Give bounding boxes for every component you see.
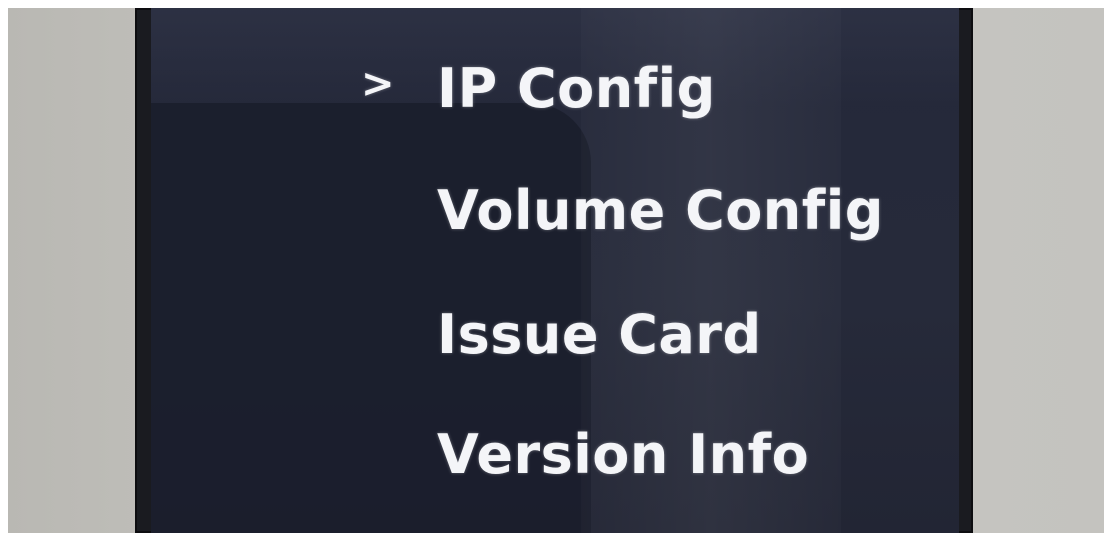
menu-item-issue-card[interactable]: Issue Card [361, 294, 762, 374]
device-photo: > IP Config Volume Config Issue Card Ver… [8, 8, 1104, 533]
menu-item-ip-config[interactable]: > IP Config [361, 48, 716, 128]
menu-item-version-info[interactable]: Version Info [361, 414, 809, 494]
settings-menu: > IP Config Volume Config Issue Card Ver… [151, 8, 959, 533]
menu-item-volume-config[interactable]: Volume Config [361, 170, 884, 250]
menu-item-label: Version Info [437, 422, 810, 486]
selection-cursor-icon: > [361, 61, 396, 107]
device-bezel: > IP Config Volume Config Issue Card Ver… [135, 8, 973, 533]
menu-item-label: IP Config [437, 56, 716, 120]
device-screen: > IP Config Volume Config Issue Card Ver… [151, 8, 959, 533]
menu-item-label: Issue Card [437, 302, 762, 366]
menu-item-label: Volume Config [437, 178, 884, 242]
